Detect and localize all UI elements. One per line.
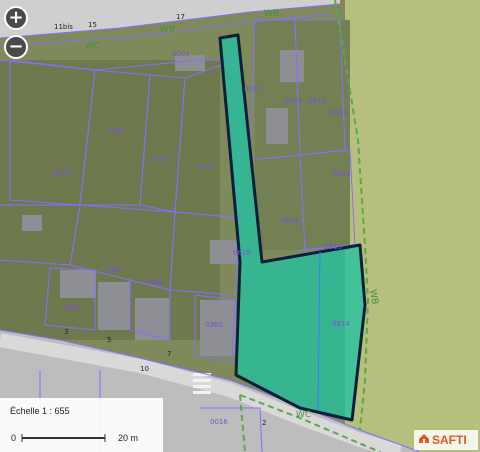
parcel-label: 0008 xyxy=(63,304,81,312)
parcel-label: 0005 xyxy=(172,50,190,58)
parcel-label: 0610 xyxy=(308,97,326,105)
parcel-label: 0612 xyxy=(333,170,351,178)
zoom-in-button[interactable]: + xyxy=(4,6,28,30)
road-label: WC xyxy=(296,410,311,420)
parcel-label: 0615 xyxy=(244,85,262,93)
street-number: 2 xyxy=(262,419,266,427)
street-number: 11bis xyxy=(54,23,73,31)
parcel-label: 0382 xyxy=(106,266,124,274)
zoom-out-button[interactable]: − xyxy=(4,35,28,59)
parcel-label: 0009 xyxy=(52,169,70,177)
street-number: 10 xyxy=(140,365,149,373)
scale-line xyxy=(21,434,106,442)
parcel-label: 0003 xyxy=(284,97,302,105)
field-area xyxy=(345,0,480,452)
house-icon xyxy=(418,430,430,450)
parcel-label: 0377 xyxy=(198,163,216,171)
parcel-label: 0613 xyxy=(324,243,342,251)
brand-logo: SAFTI xyxy=(414,430,478,450)
street-number: 7 xyxy=(167,350,171,358)
scale-bar: Échelle 1 : 655 0 20 m xyxy=(0,398,163,452)
scale-start: 0 xyxy=(11,433,17,443)
street-number: 17 xyxy=(176,13,185,21)
parcel-label: 0378 xyxy=(107,127,125,135)
road-label: WB xyxy=(264,9,279,19)
street-number: 15 xyxy=(88,21,97,29)
brand-name: SAFTI xyxy=(432,433,467,447)
cadastral-map[interactable]: 0005 0615 0003 0610 0611 0378 0359 0377 … xyxy=(0,0,480,452)
street-number: 3 xyxy=(64,328,68,336)
road-label: WB xyxy=(160,25,175,35)
parcel-label: 0381 xyxy=(146,278,164,286)
street-number: 5 xyxy=(107,336,111,344)
parcel-label: 0359 xyxy=(150,155,168,163)
parcel-label: 0618 xyxy=(233,249,251,257)
road-label: WC xyxy=(85,41,100,51)
parcel-label: 0360 xyxy=(205,321,223,329)
parcel-label: 0616 xyxy=(282,217,300,225)
parcel-label: 0614 xyxy=(332,320,350,328)
parcel-label: 0611 xyxy=(330,109,348,117)
parcel-label: 0016 xyxy=(210,418,228,426)
scale-end: 20 m xyxy=(118,433,139,443)
